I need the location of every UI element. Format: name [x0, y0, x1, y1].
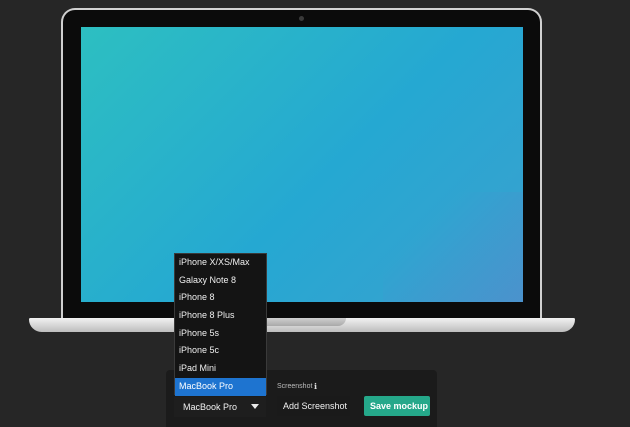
screenshot-label: Screenshot	[277, 383, 313, 390]
add-screenshot-button[interactable]: Add Screenshot	[277, 396, 350, 416]
dropdown-option[interactable]: iPhone X/XS/Max	[175, 254, 266, 272]
dropdown-option[interactable]: iPhone 5s	[175, 325, 266, 343]
dropdown-option[interactable]: iPhone 5c	[175, 342, 266, 360]
dropdown-option[interactable]: Galaxy Note 8	[175, 272, 266, 290]
device-dropdown: iPhone X/XS/Max Galaxy Note 8 iPhone 8 i…	[174, 253, 267, 396]
caret-down-icon[interactable]	[251, 404, 259, 409]
dropdown-option-selected[interactable]: MacBook Pro	[175, 377, 266, 396]
laptop-notch	[254, 318, 346, 326]
camera-dot	[299, 16, 304, 21]
laptop-screen	[81, 27, 523, 302]
dropdown-option[interactable]: iPad Mini	[175, 360, 266, 378]
info-icon[interactable]: ℹ	[314, 382, 317, 391]
dropdown-option[interactable]: iPhone 8 Plus	[175, 307, 266, 325]
dropdown-option[interactable]: iPhone 8	[175, 289, 266, 307]
laptop-mockup	[0, 0, 630, 340]
save-mockup-button[interactable]: Save mockup	[364, 396, 430, 416]
